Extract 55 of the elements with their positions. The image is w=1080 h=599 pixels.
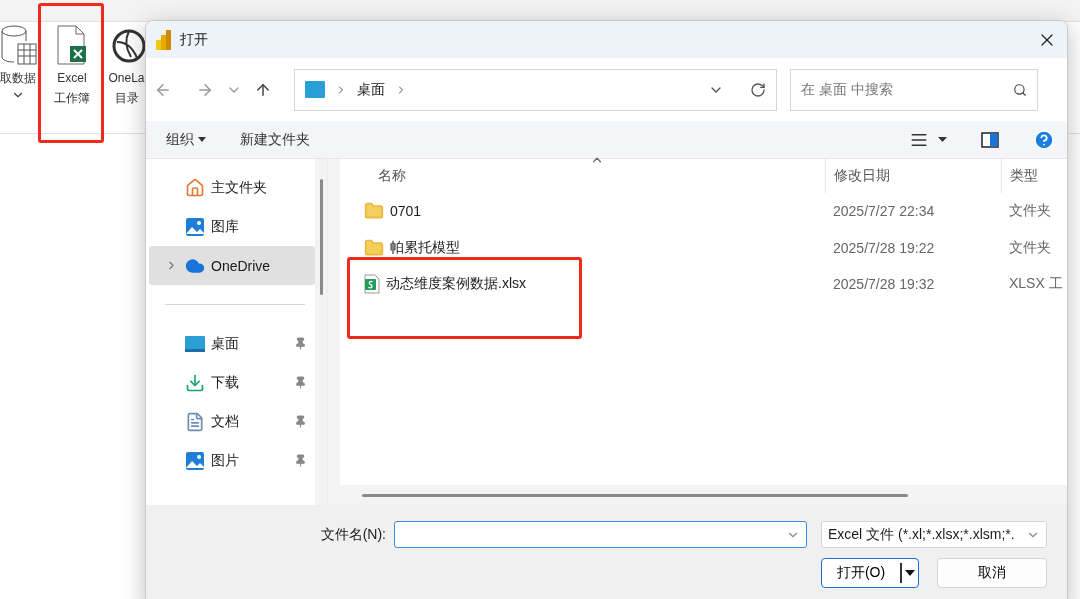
nav-item[interactable]: 主文件夹 — [149, 168, 315, 207]
cancel-button[interactable]: 取消 — [937, 558, 1047, 588]
file-name[interactable]: 帕累托模型 — [340, 237, 825, 258]
column-header[interactable]: 类型 — [1001, 159, 1067, 193]
window-title: 打开 — [180, 30, 209, 49]
caret-icon[interactable] — [938, 137, 947, 142]
spreadsheet-file-icon — [364, 274, 380, 295]
nav-item[interactable]: OneDrive — [149, 246, 315, 285]
desktop-icon — [305, 81, 325, 98]
scrollbar-thumb[interactable] — [362, 493, 908, 497]
ribbon-label: 目录 — [114, 90, 139, 107]
search-field[interactable]: 在 桌面 中搜索 — [790, 68, 1038, 111]
file-type-dropdown[interactable]: Excel 文件 (*.xl;*.xlsx;*.xlsm;*. — [821, 521, 1047, 548]
file-name[interactable]: 动态维度案例数据.xlsx — [340, 274, 825, 295]
scrollbar-thumb[interactable] — [319, 179, 323, 295]
type-cell-text: 文件夹 — [1008, 238, 1052, 257]
bar-chart-logo-icon — [156, 29, 172, 50]
caret-icon — [905, 570, 915, 576]
date-cell-text: 2025/7/27 22:34 — [832, 203, 936, 220]
nav-item[interactable]: 文档 — [149, 402, 315, 441]
column-header[interactable]: 修改日期 — [825, 159, 1001, 193]
desktop-icon — [185, 334, 205, 353]
open-button[interactable]: 打开(O) — [821, 558, 919, 588]
ribbon-label: 取数据 — [0, 70, 36, 87]
organize-menu[interactable]: 组织 — [166, 130, 206, 149]
ribbon-label: 工作簿 — [54, 90, 90, 107]
filename-field[interactable] — [394, 521, 807, 548]
type-cell-text: 文件夹 — [1008, 202, 1052, 221]
nav-item[interactable]: 图片 — [149, 441, 315, 480]
new-folder-button[interactable]: 新建文件夹 — [240, 130, 310, 149]
download-icon — [185, 372, 205, 393]
ribbon-label: OneLa — [108, 70, 145, 87]
folder-icon — [364, 201, 384, 222]
search-icon — [1013, 82, 1027, 97]
type-cell-text: XLSX 工 — [1008, 275, 1064, 294]
nav-item[interactable]: 桌面 — [149, 324, 315, 363]
column-header[interactable]: 名称 — [340, 159, 825, 193]
nav-item[interactable]: 图库 — [149, 207, 315, 246]
picture-icon — [185, 450, 205, 471]
folder-icon — [364, 237, 384, 258]
filename-label: 文件名(N): — [320, 525, 386, 544]
nav-item[interactable]: 下载 — [149, 363, 315, 402]
document-icon — [185, 411, 205, 432]
address-bar[interactable]: 桌面 — [294, 68, 777, 111]
picture-icon — [185, 216, 205, 237]
caret-icon — [198, 137, 206, 142]
preview-pane-icon[interactable] — [981, 131, 999, 148]
home-icon — [185, 177, 205, 198]
date-cell-text: 2025/7/28 19:32 — [832, 276, 936, 293]
help-icon[interactable] — [1033, 128, 1055, 151]
date-cell-text: 2025/7/28 19:22 — [832, 239, 936, 256]
refresh-icon[interactable] — [750, 81, 766, 98]
ribbon-label: Excel — [57, 70, 87, 87]
breadcrumb-item[interactable]: 桌面 — [357, 80, 385, 99]
file-name[interactable]: 0701 — [340, 201, 825, 222]
